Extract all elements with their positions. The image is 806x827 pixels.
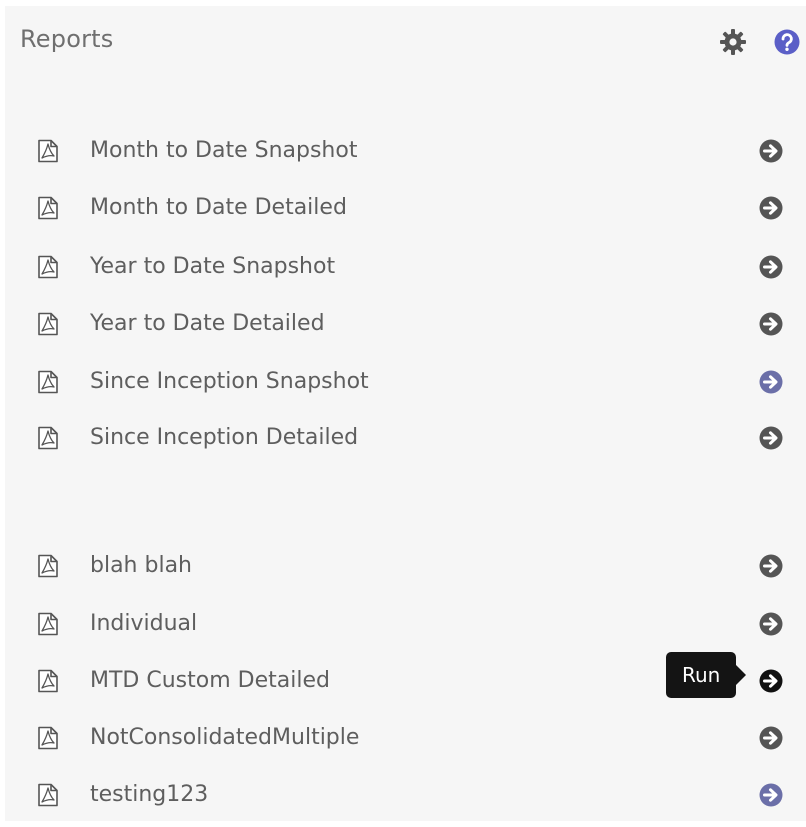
pdf-document-icon [38, 554, 58, 578]
pdf-document-icon [38, 196, 58, 220]
run-arrow-icon[interactable] [758, 138, 784, 164]
pdf-document-icon [38, 255, 58, 279]
report-item-label: Month to Date Snapshot [90, 138, 358, 163]
pdf-document-icon [38, 726, 58, 750]
pdf-document-icon [38, 139, 58, 163]
run-arrow-icon[interactable] [758, 425, 784, 451]
report-item-label: Month to Date Detailed [90, 195, 347, 220]
report-item-label: MTD Custom Detailed [90, 668, 330, 693]
pdf-document-icon [38, 612, 58, 636]
report-item-label: Year to Date Detailed [90, 311, 325, 336]
report-item[interactable]: blah blah [5, 539, 806, 595]
run-arrow-icon[interactable] [758, 782, 784, 808]
pdf-document-icon [38, 783, 58, 807]
report-item[interactable]: testing123 [5, 768, 806, 824]
run-arrow-icon[interactable] [758, 668, 784, 694]
report-item[interactable]: Since Inception Detailed [5, 411, 806, 467]
run-arrow-icon[interactable] [758, 725, 784, 751]
pdf-document-icon [38, 312, 58, 336]
report-item-label: Individual [90, 611, 198, 636]
run-arrow-icon[interactable] [758, 311, 784, 337]
run-arrow-icon[interactable] [758, 195, 784, 221]
run-tooltip: Run [666, 652, 747, 698]
report-item-label: testing123 [90, 782, 209, 807]
report-item[interactable]: NotConsolidatedMultiple [5, 711, 806, 767]
pdf-document-icon [38, 426, 58, 450]
report-item-label: blah blah [90, 553, 192, 578]
report-item[interactable]: Since Inception Snapshot [5, 355, 806, 411]
reports-header: Reports [5, 6, 806, 78]
report-item[interactable]: Month to Date Snapshot [5, 124, 806, 180]
report-item[interactable]: Month to Date Detailed [5, 181, 806, 237]
help-icon[interactable] [773, 28, 801, 56]
reports-panel: Reports Month to Date Snapshot Month to D… [5, 6, 806, 821]
run-arrow-icon[interactable] [758, 369, 784, 395]
report-item-label: NotConsolidatedMultiple [90, 725, 360, 750]
report-item-label: Since Inception Snapshot [90, 369, 369, 394]
report-item-label: Year to Date Snapshot [90, 254, 336, 279]
report-item[interactable]: Year to Date Detailed [5, 297, 806, 353]
run-arrow-icon[interactable] [758, 254, 784, 280]
report-item-label: Since Inception Detailed [90, 425, 359, 450]
pdf-document-icon [38, 370, 58, 394]
report-item[interactable]: Year to Date Snapshot [5, 240, 806, 296]
gear-icon[interactable] [719, 28, 747, 56]
run-arrow-icon[interactable] [758, 611, 784, 637]
report-item[interactable]: Individual [5, 597, 806, 653]
page-title: Reports [20, 25, 114, 53]
pdf-document-icon [38, 669, 58, 693]
run-arrow-icon[interactable] [758, 553, 784, 579]
